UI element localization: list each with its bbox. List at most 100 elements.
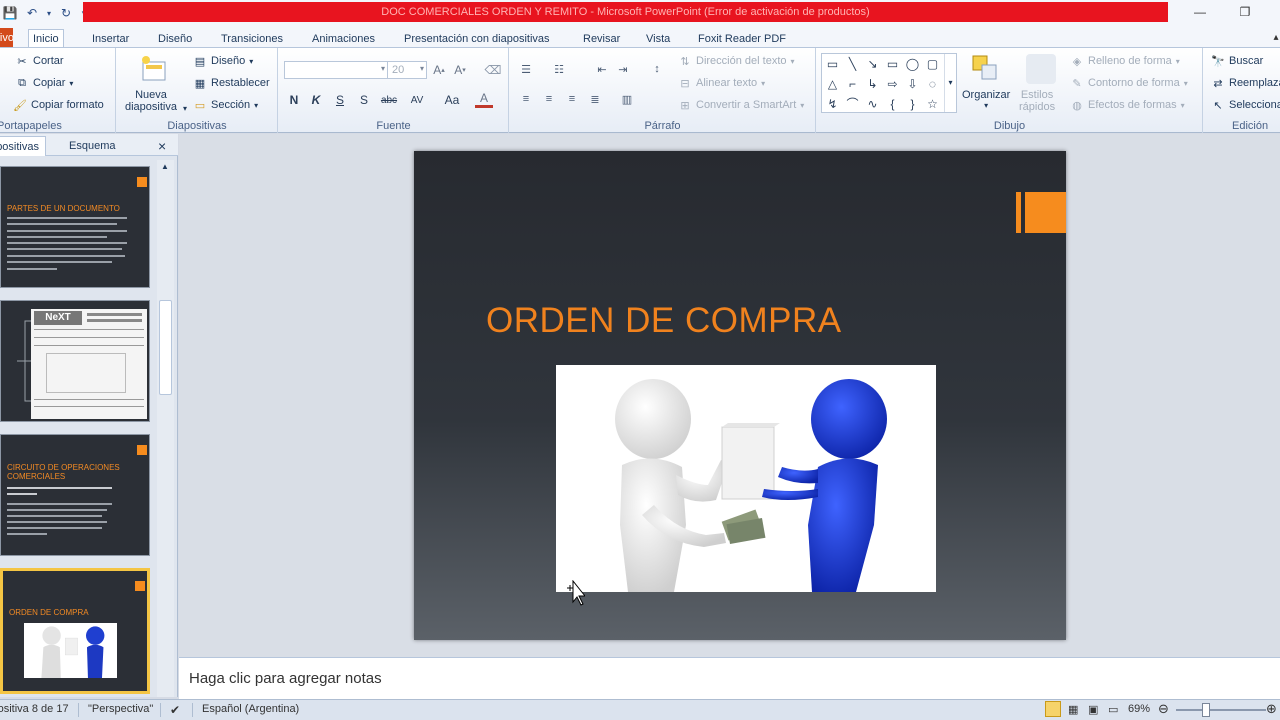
zoom-slider-thumb[interactable]: [1202, 703, 1210, 717]
normal-view-icon[interactable]: [1045, 701, 1061, 717]
oval-shape-icon[interactable]: ◯: [904, 55, 921, 72]
rectangle-shape-icon[interactable]: ▭: [884, 55, 901, 72]
left-brace-shape-icon[interactable]: {: [884, 95, 901, 112]
strikethrough-button[interactable]: abc: [378, 91, 400, 109]
rounded-rect-shape-icon[interactable]: ▢: [924, 55, 941, 72]
line-shape-icon[interactable]: ╲: [844, 55, 861, 72]
slide-sorter-icon[interactable]: ▦: [1068, 703, 1078, 716]
tab-view[interactable]: Vista: [642, 29, 674, 48]
redo-icon[interactable]: ↻: [58, 5, 74, 21]
columns-icon[interactable]: ▥: [618, 91, 636, 107]
text-direction-button[interactable]: ⇅ Dirección del texto ▾: [678, 54, 794, 68]
find-button[interactable]: 🔭 Buscar: [1211, 54, 1263, 68]
layout-button[interactable]: ▤ Diseño ▾: [193, 54, 253, 68]
new-slide-icon[interactable]: [139, 54, 169, 84]
undo-icon[interactable]: ↶: [24, 5, 40, 21]
arrange-icon[interactable]: [970, 53, 1000, 83]
slides-scrollbar[interactable]: ▲: [157, 160, 174, 697]
reset-button[interactable]: ▦ Restablecer: [193, 76, 270, 90]
down-arrow-shape-icon[interactable]: ⇩: [904, 75, 921, 92]
char-spacing-button[interactable]: AV: [406, 91, 428, 109]
scroll-thumb[interactable]: [159, 300, 172, 395]
scroll-up-icon[interactable]: ▲: [161, 162, 169, 171]
star-shape-icon[interactable]: ☆: [924, 95, 941, 112]
underline-button[interactable]: S: [331, 91, 349, 109]
tab-design[interactable]: Diseño: [154, 29, 196, 48]
shapes-gallery[interactable]: ▭ ╲ ↘ ▭ ◯ ▢ △ ⌐ ↳ ⇨ ⇩ ◌ ↯ ⌒ ∿ { } ☆ ▾: [821, 53, 957, 113]
elbow-arrow-shape-icon[interactable]: ↳: [864, 75, 881, 92]
save-icon[interactable]: 💾: [2, 5, 18, 21]
tab-slides[interactable]: Diapositivas: [0, 136, 46, 156]
align-text-button[interactable]: ⊟ Alinear texto ▾: [678, 76, 765, 90]
zoom-slider[interactable]: [1176, 709, 1266, 711]
notes-placeholder[interactable]: Haga clic para agregar notas: [189, 670, 382, 687]
shrink-font-icon[interactable]: A ▾: [451, 61, 469, 79]
arrow-line-shape-icon[interactable]: ↘: [864, 55, 881, 72]
notes-pane[interactable]: Haga clic para agregar notas: [179, 657, 1280, 699]
align-left-icon[interactable]: ≡: [517, 91, 535, 107]
language[interactable]: Español (Argentina): [202, 703, 299, 715]
grow-font-icon[interactable]: A ▴: [430, 61, 448, 79]
shadow-button[interactable]: S: [355, 91, 373, 109]
clear-format-icon[interactable]: ⌫: [484, 61, 502, 79]
align-right-icon[interactable]: ≡: [563, 91, 581, 107]
arrange-button[interactable]: Organizar ▾: [962, 89, 1010, 110]
zoom-out-icon[interactable]: ⊖: [1158, 701, 1169, 717]
zoom-level[interactable]: 69%: [1128, 703, 1150, 715]
tab-file[interactable]: Archivo: [0, 28, 13, 48]
font-color-button[interactable]: A: [475, 91, 493, 108]
font-size-select[interactable]: 20 ▾: [387, 61, 427, 79]
dropdown-icon[interactable]: ▾: [46, 5, 52, 21]
tab-slideshow[interactable]: Presentación con diapositivas: [400, 29, 554, 48]
copy-button[interactable]: ⧉ Copiar ▾: [15, 76, 73, 90]
elbow-shape-icon[interactable]: ⌐: [844, 75, 861, 92]
increase-indent-icon[interactable]: ⇥: [614, 61, 632, 77]
restore-icon[interactable]: ❐: [1237, 4, 1253, 20]
italic-button[interactable]: K: [307, 91, 325, 109]
tab-outline[interactable]: Esquema: [69, 136, 115, 156]
right-arrow-shape-icon[interactable]: ⇨: [884, 75, 901, 92]
numbering-icon[interactable]: ☷: [550, 61, 568, 77]
slide-thumbnail[interactable]: PARTES DE UN DOCUMENTO: [0, 166, 150, 288]
shape-effects-button[interactable]: ◍ Efectos de formas ▾: [1070, 98, 1184, 112]
slide-thumbnail-selected[interactable]: ORDEN DE COMPRA: [0, 568, 150, 694]
new-slide-button[interactable]: Nueva diapositiva: [125, 89, 177, 113]
quick-styles-button[interactable]: Estilos rápidos: [1019, 89, 1055, 113]
triangle-shape-icon[interactable]: △: [824, 75, 841, 92]
select-button[interactable]: ↖ Seleccionar: [1211, 98, 1280, 112]
slide-image[interactable]: [556, 365, 936, 592]
font-name-select[interactable]: ▾: [284, 61, 388, 79]
tab-review[interactable]: Revisar: [579, 29, 624, 48]
align-center-icon[interactable]: ≡: [540, 91, 558, 107]
callout-shape-icon[interactable]: ◌: [924, 75, 941, 92]
tab-insert[interactable]: Insertar: [88, 29, 133, 48]
zoom-in-icon[interactable]: ⊕: [1266, 701, 1277, 717]
reading-view-icon[interactable]: ▣: [1088, 703, 1098, 716]
freeform-shape-icon[interactable]: ∿: [864, 95, 881, 112]
slide-thumbnail[interactable]: NeXT: [0, 300, 150, 422]
smartart-button[interactable]: ⊞ Convertir a SmartArt ▾: [678, 98, 804, 112]
shape-fill-button[interactable]: ◈ Relleno de forma ▾: [1070, 54, 1180, 68]
change-case-button[interactable]: Aa: [441, 91, 463, 109]
bullets-icon[interactable]: ☰: [517, 61, 535, 77]
arc-shape-icon[interactable]: ⌒: [844, 95, 861, 112]
close-icon[interactable]: ×: [158, 136, 166, 156]
curve-shape-icon[interactable]: ↯: [824, 95, 841, 112]
cut-button[interactable]: ✂ Cortar: [15, 54, 63, 68]
line-spacing-icon[interactable]: ↕: [648, 61, 666, 77]
textbox-shape-icon[interactable]: ▭: [824, 55, 841, 72]
tab-transitions[interactable]: Transiciones: [217, 29, 287, 48]
decrease-indent-icon[interactable]: ⇤: [593, 61, 611, 77]
gallery-more-icon[interactable]: ▾: [944, 54, 956, 112]
format-painter-button[interactable]: 🖌 Copiar formato: [13, 98, 104, 112]
slide[interactable]: ORDEN DE COMPRA: [414, 151, 1066, 640]
ribbon-collapse-icon[interactable]: ▴: [1268, 29, 1280, 45]
bold-button[interactable]: N: [285, 91, 303, 109]
spellcheck-icon[interactable]: ✔: [170, 703, 180, 717]
justify-icon[interactable]: ≣: [586, 91, 604, 107]
minimize-icon[interactable]: —: [1192, 4, 1208, 20]
section-button[interactable]: ▭ Sección ▾: [193, 98, 258, 112]
tab-foxit[interactable]: Foxit Reader PDF: [694, 29, 790, 48]
tab-home[interactable]: Inicio: [28, 29, 64, 48]
quick-styles-icon[interactable]: [1026, 54, 1056, 84]
